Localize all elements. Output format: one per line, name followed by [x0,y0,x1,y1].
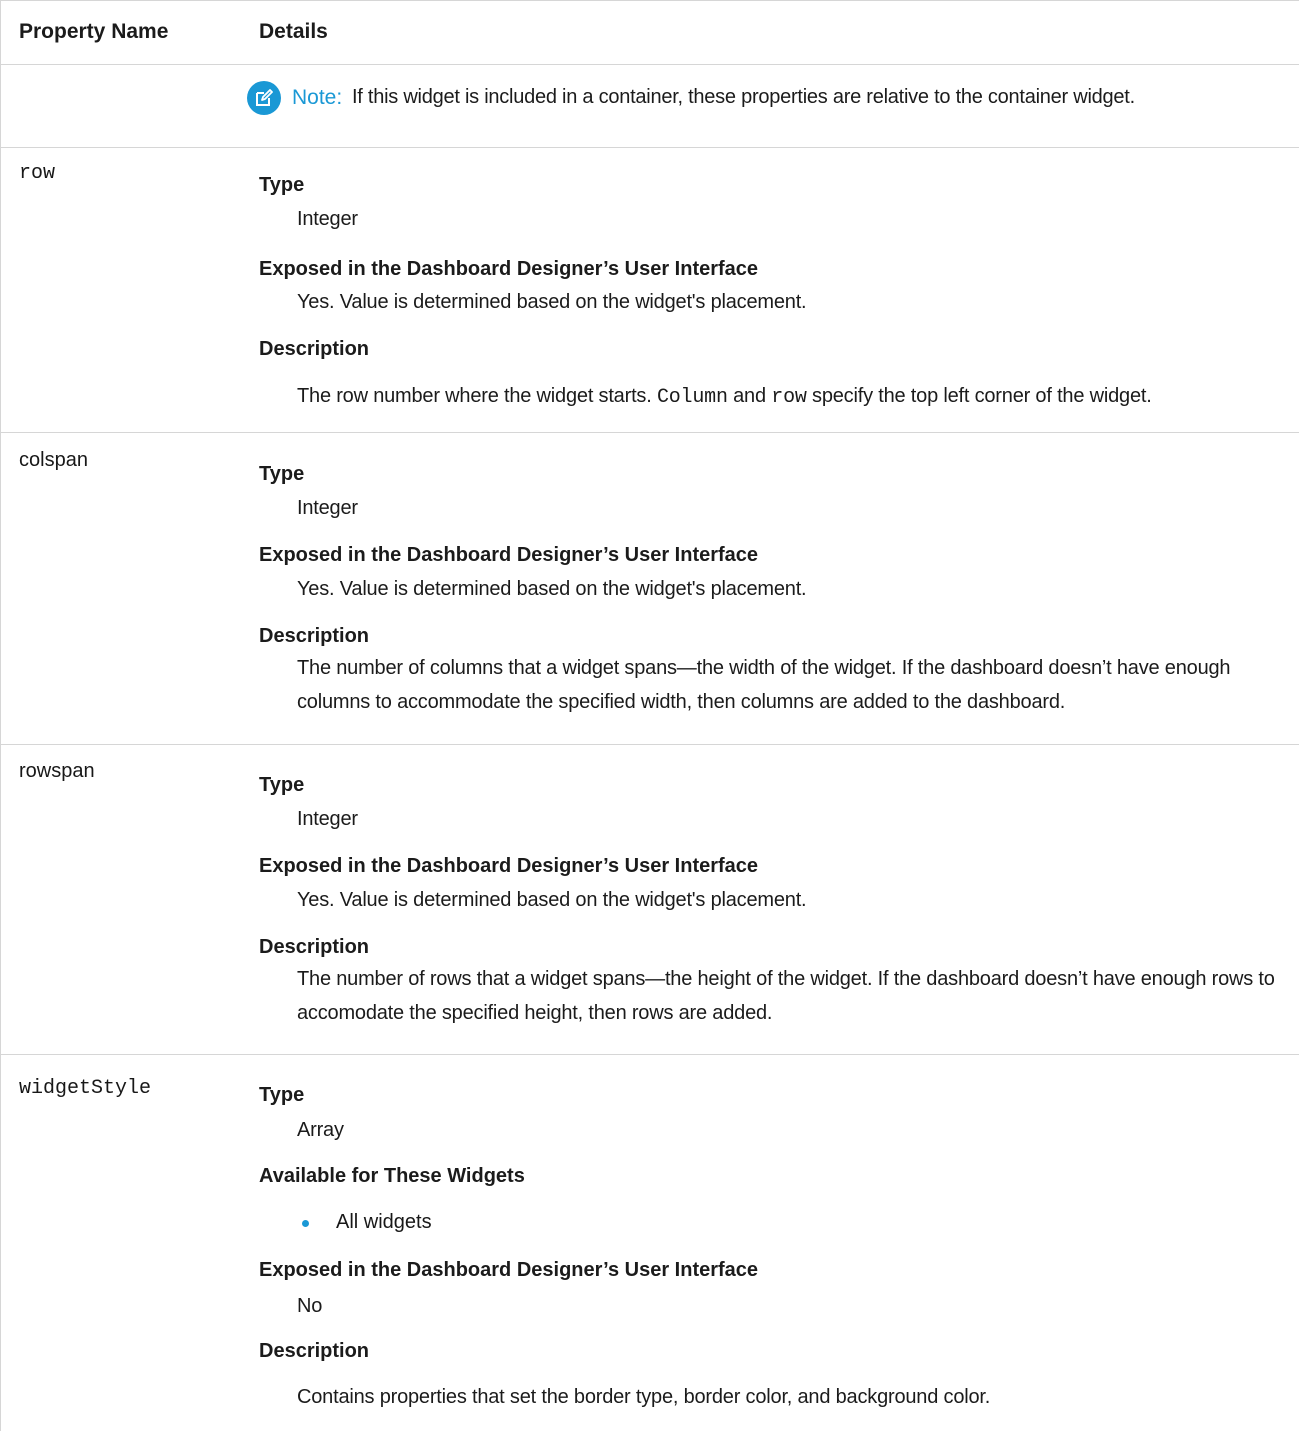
description-label: Description [259,936,370,958]
edit-note-icon [247,81,281,115]
note-label: Note: [292,86,343,109]
type-value: Array [297,1119,344,1141]
type-value: Integer [297,497,358,519]
exposed-value: Yes. Value is determined based on the wi… [297,291,807,313]
description-part: specify the top left corner of the widge… [812,385,1152,407]
row-rule [0,432,1299,433]
code-row: row [771,386,807,409]
property-name-colspan: colspan [19,449,88,471]
header-rule [0,64,1299,65]
description-part: and [733,385,766,407]
available-label: Available for These Widgets [259,1165,525,1187]
property-name-widgetstyle: widgetStyle [19,1077,152,1100]
description-text: The row number where the widget starts. … [297,385,1152,409]
header-details: Details [259,20,328,43]
header-property-name: Property Name [19,20,169,43]
note-callout: Note: If this widget is included in a co… [247,81,1299,115]
description-label: Description [259,338,370,360]
row-rule [0,744,1299,745]
description-text: The number of columns that a widget span… [297,657,1231,713]
bullet-icon [302,1220,309,1227]
type-label: Type [259,774,305,796]
description-label: Description [259,1340,370,1362]
type-label: Type [259,174,305,196]
description-text: The number of rows that a widget spans—t… [297,968,1275,1024]
description-text: Contains properties that set the border … [297,1386,991,1408]
type-label: Type [259,1084,305,1106]
row-rule [0,147,1299,148]
note-text: If this widget is included in a containe… [352,86,1135,108]
exposed-value: Yes. Value is determined based on the wi… [297,889,807,911]
exposed-label: Exposed in the Dashboard Designer’s User… [259,258,759,280]
property-table: Property Name Details Note: If this widg… [0,0,1299,1431]
description-part: The row number where the widget starts. [297,385,652,407]
property-name-rowspan: rowspan [19,760,95,782]
description-label: Description [259,625,370,647]
table-left-border [0,0,1,1431]
exposed-value: Yes. Value is determined based on the wi… [297,578,807,600]
table-top-rule [0,0,1299,1]
exposed-label: Exposed in the Dashboard Designer’s User… [259,1259,759,1281]
exposed-value: No [297,1295,323,1317]
type-label: Type [259,463,305,485]
row-rule [0,1054,1299,1055]
type-value: Integer [297,808,358,830]
list-item: All widgets [336,1211,432,1233]
exposed-label: Exposed in the Dashboard Designer’s User… [259,544,759,566]
property-name-row: row [19,162,56,185]
type-value: Integer [297,208,358,230]
exposed-label: Exposed in the Dashboard Designer’s User… [259,855,759,877]
code-column: Column [656,386,728,409]
